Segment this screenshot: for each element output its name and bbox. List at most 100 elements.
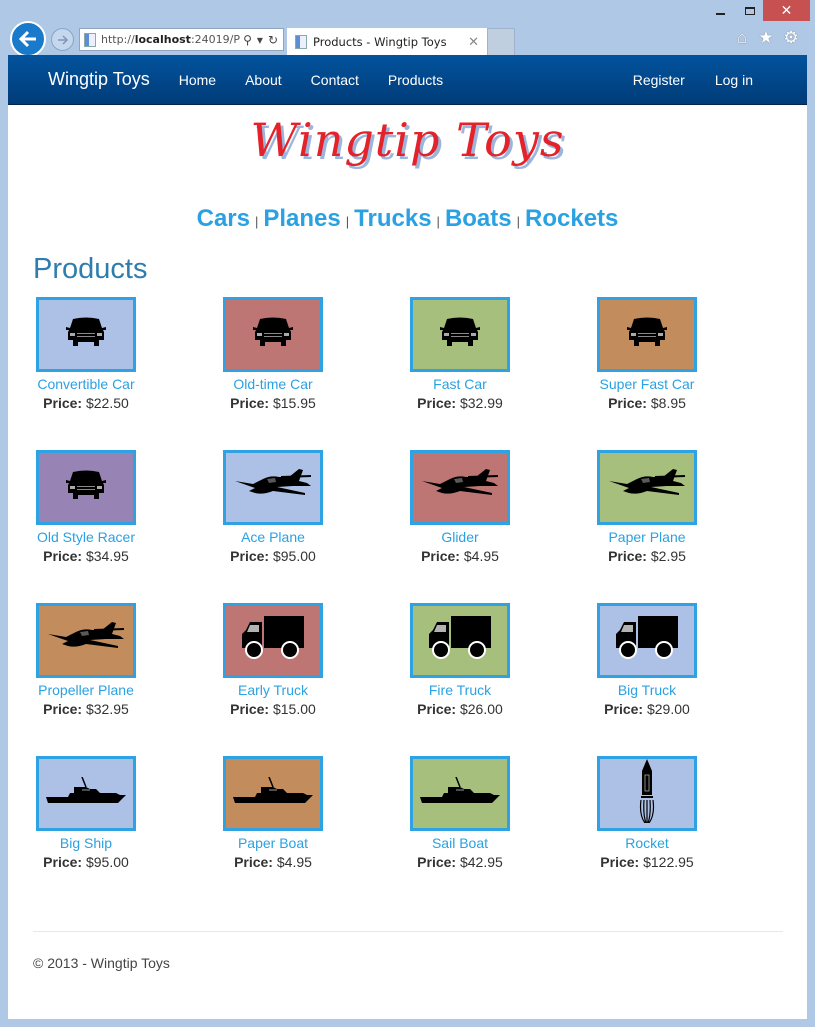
search-icon[interactable]: ⚲ — [243, 33, 252, 47]
product-image[interactable] — [223, 603, 323, 678]
navbar-brand[interactable]: Wingtip Toys — [48, 69, 150, 90]
price-label: Price: — [43, 548, 83, 564]
car-icon — [250, 316, 296, 353]
truck-icon — [429, 616, 491, 665]
product-name-link[interactable]: Fire Truck — [385, 682, 535, 698]
product-name-link[interactable]: Ace Plane — [198, 529, 348, 545]
page-icon — [84, 32, 96, 47]
car-icon — [63, 469, 109, 506]
product-name-link[interactable]: Early Truck — [198, 682, 348, 698]
forward-button[interactable] — [51, 28, 74, 51]
product-item: Ace Plane Price: $95.00 — [198, 450, 348, 564]
minimize-button[interactable] — [705, 0, 735, 22]
product-price: Price: $4.95 — [385, 548, 535, 564]
product-name-link[interactable]: Fast Car — [385, 376, 535, 392]
tab-page-icon — [295, 35, 307, 49]
product-price: Price: $15.00 — [198, 701, 348, 717]
product-image[interactable] — [597, 756, 697, 831]
price-label: Price: — [421, 548, 460, 564]
product-price: Price: $95.00 — [11, 854, 161, 870]
price-value: $15.95 — [272, 395, 316, 411]
product-name-link[interactable]: Convertible Car — [11, 376, 161, 392]
price-label: Price: — [43, 701, 83, 717]
product-name-link[interactable]: Paper Boat — [198, 835, 348, 851]
tab-close-icon[interactable]: ✕ — [468, 35, 479, 50]
refresh-icon[interactable]: ↻ — [268, 33, 278, 47]
price-label: Price: — [608, 548, 647, 564]
product-image[interactable] — [36, 297, 136, 372]
nav-account: Register Log in — [603, 72, 807, 88]
product-price: Price: $2.95 — [572, 548, 722, 564]
product-item: Early Truck Price: $15.00 — [198, 603, 348, 717]
nav-register[interactable]: Register — [633, 72, 685, 88]
product-price: Price: $8.95 — [572, 395, 722, 411]
product-price: Price: $34.95 — [11, 548, 161, 564]
product-name-link[interactable]: Glider — [385, 529, 535, 545]
car-icon — [624, 316, 670, 353]
product-image[interactable] — [597, 450, 697, 525]
page-viewport: Wingtip Toys Home About Contact Products… — [8, 55, 807, 1019]
product-name-link[interactable]: Sail Boat — [385, 835, 535, 851]
product-name-link[interactable]: Old Style Racer — [11, 529, 161, 545]
product-image[interactable] — [36, 603, 136, 678]
product-image[interactable] — [36, 756, 136, 831]
favorites-star-icon[interactable]: ★ — [756, 28, 776, 48]
car-icon — [437, 316, 483, 353]
product-image[interactable] — [597, 603, 697, 678]
new-tab-button[interactable] — [487, 28, 515, 56]
category-planes[interactable]: Planes — [263, 205, 340, 232]
category-rockets[interactable]: Rockets — [525, 205, 618, 232]
product-image[interactable] — [223, 450, 323, 525]
maximize-button[interactable] — [735, 0, 765, 22]
price-value: $29.00 — [646, 701, 690, 717]
product-item: Fast Car Price: $32.99 — [385, 297, 535, 411]
price-label: Price: — [600, 854, 640, 870]
category-boats[interactable]: Boats — [445, 205, 512, 232]
product-name-link[interactable]: Super Fast Car — [572, 376, 722, 392]
product-price: Price: $4.95 — [198, 854, 348, 870]
price-value: $122.95 — [643, 854, 694, 870]
product-name-link[interactable]: Old-time Car — [198, 376, 348, 392]
footer-copyright: © 2013 - Wingtip Toys — [33, 955, 170, 971]
product-name-link[interactable]: Big Truck — [572, 682, 722, 698]
boat-icon — [420, 776, 500, 810]
nav-products[interactable]: Products — [388, 72, 443, 88]
product-image[interactable] — [410, 603, 510, 678]
nav-login[interactable]: Log in — [715, 72, 753, 88]
price-label: Price: — [417, 701, 457, 717]
product-image[interactable] — [410, 756, 510, 831]
product-item: Propeller Plane Price: $32.95 — [11, 603, 161, 717]
category-cars[interactable]: Cars — [197, 205, 250, 232]
product-item: Glider Price: $4.95 — [385, 450, 535, 564]
dropdown-icon[interactable]: ▾ — [257, 33, 263, 47]
product-name-link[interactable]: Propeller Plane — [11, 682, 161, 698]
product-image[interactable] — [36, 450, 136, 525]
product-price: Price: $15.95 — [198, 395, 348, 411]
nav-contact[interactable]: Contact — [311, 72, 359, 88]
price-label: Price: — [604, 701, 644, 717]
settings-gear-icon[interactable]: ⚙ — [781, 28, 801, 48]
window-close-button[interactable]: ✕ — [763, 0, 810, 21]
price-label: Price: — [417, 395, 457, 411]
back-arrow-icon — [18, 30, 36, 48]
address-bar[interactable]: http://localhost:24019/P ⚲ ▾ ↻ — [79, 28, 284, 51]
product-image[interactable] — [223, 297, 323, 372]
browser-tab[interactable]: Products - Wingtip Toys ✕ — [287, 28, 487, 56]
back-button[interactable] — [10, 21, 46, 57]
product-image[interactable] — [410, 450, 510, 525]
product-image[interactable] — [410, 297, 510, 372]
site-logo[interactable]: Wingtip Toys — [251, 113, 565, 167]
product-name-link[interactable]: Paper Plane — [572, 529, 722, 545]
nav-home[interactable]: Home — [179, 72, 216, 88]
category-trucks[interactable]: Trucks — [354, 205, 431, 232]
product-image[interactable] — [223, 756, 323, 831]
price-value: $42.95 — [459, 854, 503, 870]
nav-about[interactable]: About — [245, 72, 282, 88]
boat-icon — [46, 776, 126, 810]
home-icon[interactable]: ⌂ — [732, 28, 752, 48]
product-name-link[interactable]: Rocket — [572, 835, 722, 851]
product-image[interactable] — [597, 297, 697, 372]
product-item: Paper Boat Price: $4.95 — [198, 756, 348, 870]
product-item: Sail Boat Price: $42.95 — [385, 756, 535, 870]
product-name-link[interactable]: Big Ship — [11, 835, 161, 851]
